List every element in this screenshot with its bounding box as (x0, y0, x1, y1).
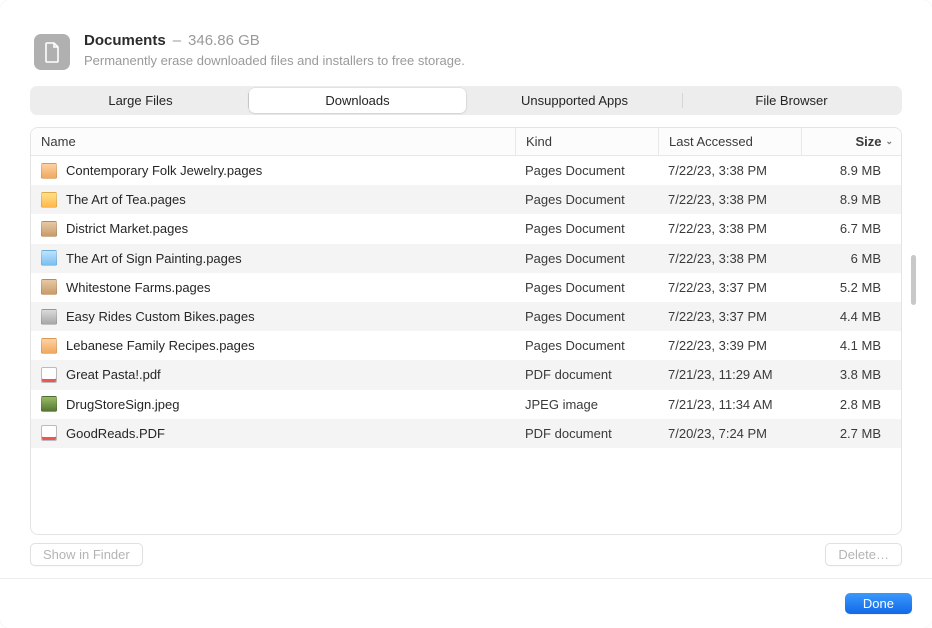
file-last-accessed: 7/22/23, 3:38 PM (658, 163, 801, 178)
file-kind: PDF document (515, 367, 658, 382)
file-last-accessed: 7/21/23, 11:29 AM (658, 367, 801, 382)
file-size: 2.8 MB (801, 397, 901, 412)
file-kind: JPEG image (515, 397, 658, 412)
file-name: District Market.pages (66, 221, 188, 236)
header-subtitle: Permanently erase downloaded files and i… (84, 53, 898, 68)
file-kind: Pages Document (515, 280, 658, 295)
column-size-label: Size (855, 134, 881, 149)
file-kind: Pages Document (515, 309, 658, 324)
file-name: Great Pasta!.pdf (66, 367, 161, 382)
table-row[interactable]: GoodReads.PDF PDF document7/20/23, 7:24 P… (31, 419, 901, 448)
file-size: 4.4 MB (801, 309, 901, 324)
sort-descending-icon: ⌄ (885, 136, 893, 147)
file-type-icon (41, 250, 57, 266)
file-last-accessed: 7/22/23, 3:38 PM (658, 251, 801, 266)
storage-management-window: Documents – 346.86 GB Permanently erase … (0, 0, 932, 628)
file-size: 6.7 MB (801, 221, 901, 236)
tab-segmented-control: Large Files Downloads Unsupported Apps F… (30, 86, 902, 115)
file-type-icon (41, 221, 57, 237)
table-row[interactable]: Whitestone Farms.pages Pages Document7/22… (31, 273, 901, 302)
column-name[interactable]: Name (31, 128, 515, 155)
file-size: 4.1 MB (801, 338, 901, 353)
show-in-finder-button[interactable]: Show in Finder (30, 543, 143, 566)
file-kind: Pages Document (515, 251, 658, 266)
file-size: 8.9 MB (801, 192, 901, 207)
file-name: GoodReads.PDF (66, 426, 165, 441)
file-last-accessed: 7/21/23, 11:34 AM (658, 397, 801, 412)
file-size: 3.8 MB (801, 367, 901, 382)
file-kind: Pages Document (515, 192, 658, 207)
file-size: 5.2 MB (801, 280, 901, 295)
file-kind: PDF document (515, 426, 658, 441)
tab-large-files[interactable]: Large Files (32, 88, 249, 113)
table-row[interactable]: Contemporary Folk Jewelry.pages Pages Doc… (31, 156, 901, 185)
delete-button[interactable]: Delete… (825, 543, 902, 566)
file-last-accessed: 7/22/23, 3:39 PM (658, 338, 801, 353)
file-list-table: Name Kind Last Accessed Size ⌄ Contempor… (30, 127, 902, 535)
header: Documents – 346.86 GB Permanently erase … (0, 0, 932, 86)
header-size: 346.86 GB (188, 32, 260, 49)
table-row[interactable]: The Art of Tea.pages Pages Document7/22/2… (31, 185, 901, 214)
table-footer: Show in Finder Delete… (0, 543, 932, 578)
table-row[interactable]: Great Pasta!.pdf PDF document7/21/23, 11:… (31, 360, 901, 389)
header-title: Documents (84, 32, 166, 49)
table-row[interactable]: The Art of Sign Painting.pages Pages Docu… (31, 244, 901, 273)
column-kind[interactable]: Kind (515, 128, 658, 155)
file-name: Contemporary Folk Jewelry.pages (66, 163, 262, 178)
tab-downloads[interactable]: Downloads (249, 88, 466, 113)
file-name: Easy Rides Custom Bikes.pages (66, 309, 255, 324)
file-type-icon (41, 338, 57, 354)
file-size: 2.7 MB (801, 426, 901, 441)
file-type-icon (41, 279, 57, 295)
documents-icon (34, 34, 70, 70)
file-type-icon (41, 425, 57, 441)
header-title-line: Documents – 346.86 GB (84, 32, 898, 49)
table-row[interactable]: District Market.pages Pages Document7/22/… (31, 214, 901, 243)
column-size[interactable]: Size ⌄ (801, 128, 901, 155)
file-name: Whitestone Farms.pages (66, 280, 211, 295)
file-kind: Pages Document (515, 163, 658, 178)
file-name: The Art of Sign Painting.pages (66, 251, 242, 266)
dialog-footer: Done (0, 578, 932, 628)
table-row[interactable]: Lebanese Family Recipes.pages Pages Docum… (31, 331, 901, 360)
file-last-accessed: 7/22/23, 3:38 PM (658, 221, 801, 236)
header-separator: – (173, 32, 181, 49)
file-size: 8.9 MB (801, 163, 901, 178)
file-type-icon (41, 396, 57, 412)
file-kind: Pages Document (515, 338, 658, 353)
file-last-accessed: 7/22/23, 3:37 PM (658, 309, 801, 324)
file-name: The Art of Tea.pages (66, 192, 186, 207)
file-kind: Pages Document (515, 221, 658, 236)
file-last-accessed: 7/20/23, 7:24 PM (658, 426, 801, 441)
file-type-icon (41, 309, 57, 325)
table-row[interactable]: DrugStoreSign.jpeg JPEG image7/21/23, 11:… (31, 390, 901, 419)
file-type-icon (41, 367, 57, 383)
file-size: 6 MB (801, 251, 901, 266)
tab-unsupported-apps[interactable]: Unsupported Apps (466, 88, 683, 113)
file-name: DrugStoreSign.jpeg (66, 397, 179, 412)
table-header: Name Kind Last Accessed Size ⌄ (31, 128, 901, 156)
file-type-icon (41, 163, 57, 179)
file-last-accessed: 7/22/23, 3:38 PM (658, 192, 801, 207)
done-button[interactable]: Done (845, 593, 912, 614)
column-last-accessed[interactable]: Last Accessed (658, 128, 801, 155)
table-body: Contemporary Folk Jewelry.pages Pages Doc… (31, 156, 901, 534)
tab-file-browser[interactable]: File Browser (683, 88, 900, 113)
scrollbar-thumb[interactable] (911, 255, 916, 305)
file-last-accessed: 7/22/23, 3:37 PM (658, 280, 801, 295)
table-row[interactable]: Easy Rides Custom Bikes.pages Pages Docum… (31, 302, 901, 331)
file-name: Lebanese Family Recipes.pages (66, 338, 255, 353)
file-type-icon (41, 192, 57, 208)
